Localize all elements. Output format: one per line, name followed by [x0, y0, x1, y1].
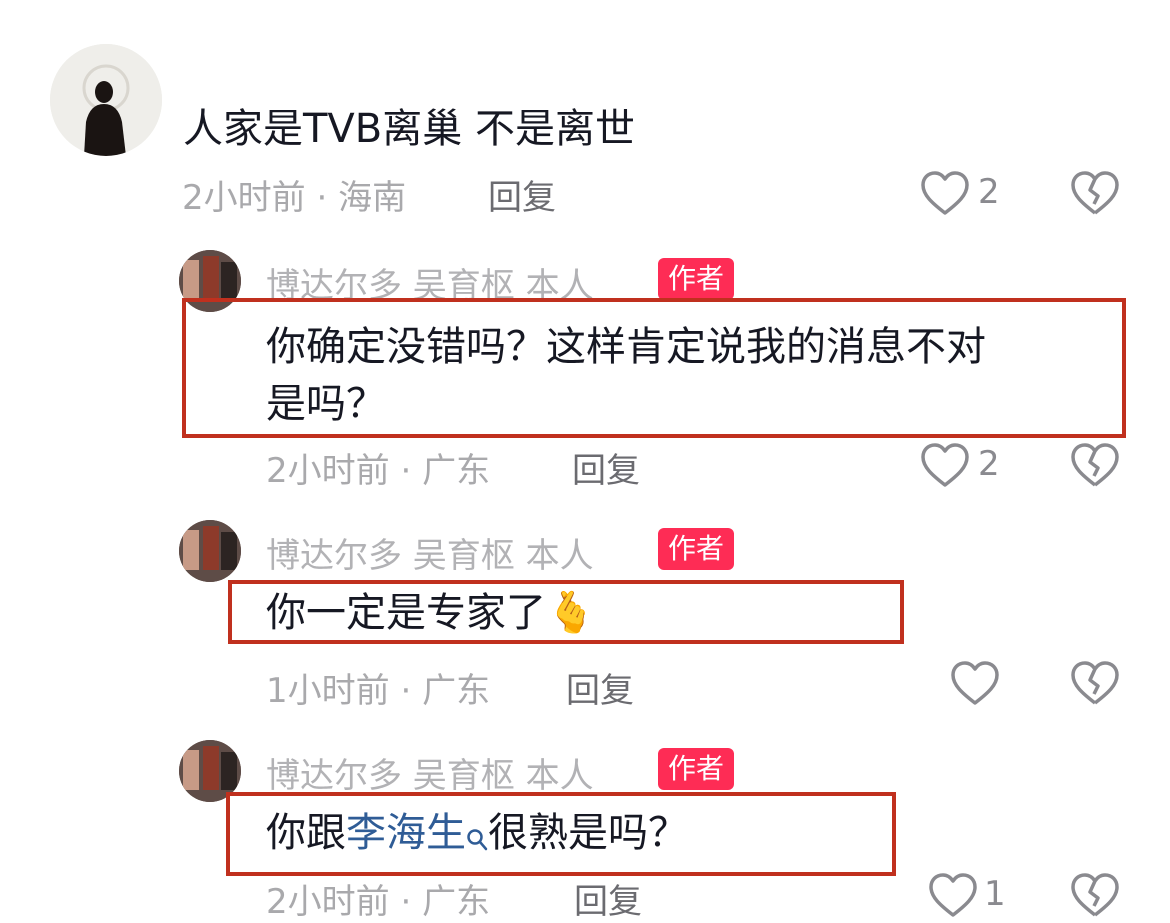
- reply-username[interactable]: 博达尔多 吴育枢 本人: [266, 528, 594, 577]
- reply-text: 你一定是专家了🫰: [266, 584, 596, 642]
- author-badge: 作者: [658, 528, 735, 570]
- reply-text: 你跟李海生 很熟是吗？: [266, 804, 688, 868]
- heart-outline-icon[interactable]: [920, 442, 970, 488]
- comment-location: 海南: [338, 178, 407, 218]
- broken-heart-icon[interactable]: [1070, 660, 1120, 706]
- reply-time: 1小时前: [266, 671, 390, 711]
- avatar[interactable]: [50, 44, 162, 156]
- reply-button[interactable]: 回复: [488, 170, 556, 219]
- meta-separator: ·: [389, 451, 423, 491]
- reply-meta: 2小时前 · 广东: [266, 874, 490, 923]
- reply-username[interactable]: 博达尔多 吴育枢 本人: [266, 748, 594, 797]
- reply-avatar[interactable]: [179, 520, 241, 582]
- reply-location: 广东: [422, 451, 491, 491]
- search-icon[interactable]: [466, 810, 488, 868]
- like-count: 1: [984, 874, 1006, 914]
- meta-separator: ·: [305, 178, 339, 218]
- meta-separator: ·: [389, 671, 423, 711]
- like-count: 2: [978, 444, 1000, 484]
- broken-heart-icon[interactable]: [1070, 170, 1120, 216]
- comment-text: 人家是TVB离巢 不是离世: [183, 106, 635, 152]
- reply-text-after: 很熟是吗？: [488, 810, 688, 856]
- reply-meta: 1小时前 · 广东: [266, 663, 490, 712]
- comment-meta: 2小时前 · 海南: [182, 170, 406, 219]
- reply-text-content: 你一定是专家了: [266, 590, 546, 636]
- user-avatar-image: [50, 44, 162, 156]
- reply-button[interactable]: 回复: [574, 874, 642, 923]
- hand-heart-emoji: 🫰: [546, 590, 596, 636]
- reply-text: 你确定没错吗？这样肯定说我的消息不对: [266, 324, 986, 370]
- author-badge: 作者: [658, 748, 735, 790]
- reply-button[interactable]: 回复: [572, 443, 640, 492]
- broken-heart-icon[interactable]: [1070, 442, 1120, 488]
- reply-meta: 2小时前 · 广东: [266, 443, 490, 492]
- author-badge: 作者: [658, 258, 735, 300]
- reply-text-continued: 是吗？: [266, 381, 386, 427]
- reply-button[interactable]: 回复: [566, 663, 634, 712]
- like-count: 2: [978, 172, 1000, 212]
- reply-time: 2小时前: [266, 882, 390, 922]
- comment-time: 2小时前: [182, 178, 306, 218]
- meta-separator: ·: [389, 882, 423, 922]
- reply-time: 2小时前: [266, 451, 390, 491]
- search-link[interactable]: 李海生: [346, 810, 466, 856]
- reply-location: 广东: [422, 671, 491, 711]
- author-avatar-image: [179, 520, 241, 582]
- heart-outline-icon[interactable]: [950, 660, 1000, 706]
- reply-location: 广东: [422, 882, 491, 922]
- reply-text-before: 你跟: [266, 810, 346, 856]
- heart-outline-icon[interactable]: [920, 170, 970, 216]
- heart-outline-icon[interactable]: [928, 872, 978, 918]
- broken-heart-icon[interactable]: [1070, 872, 1120, 918]
